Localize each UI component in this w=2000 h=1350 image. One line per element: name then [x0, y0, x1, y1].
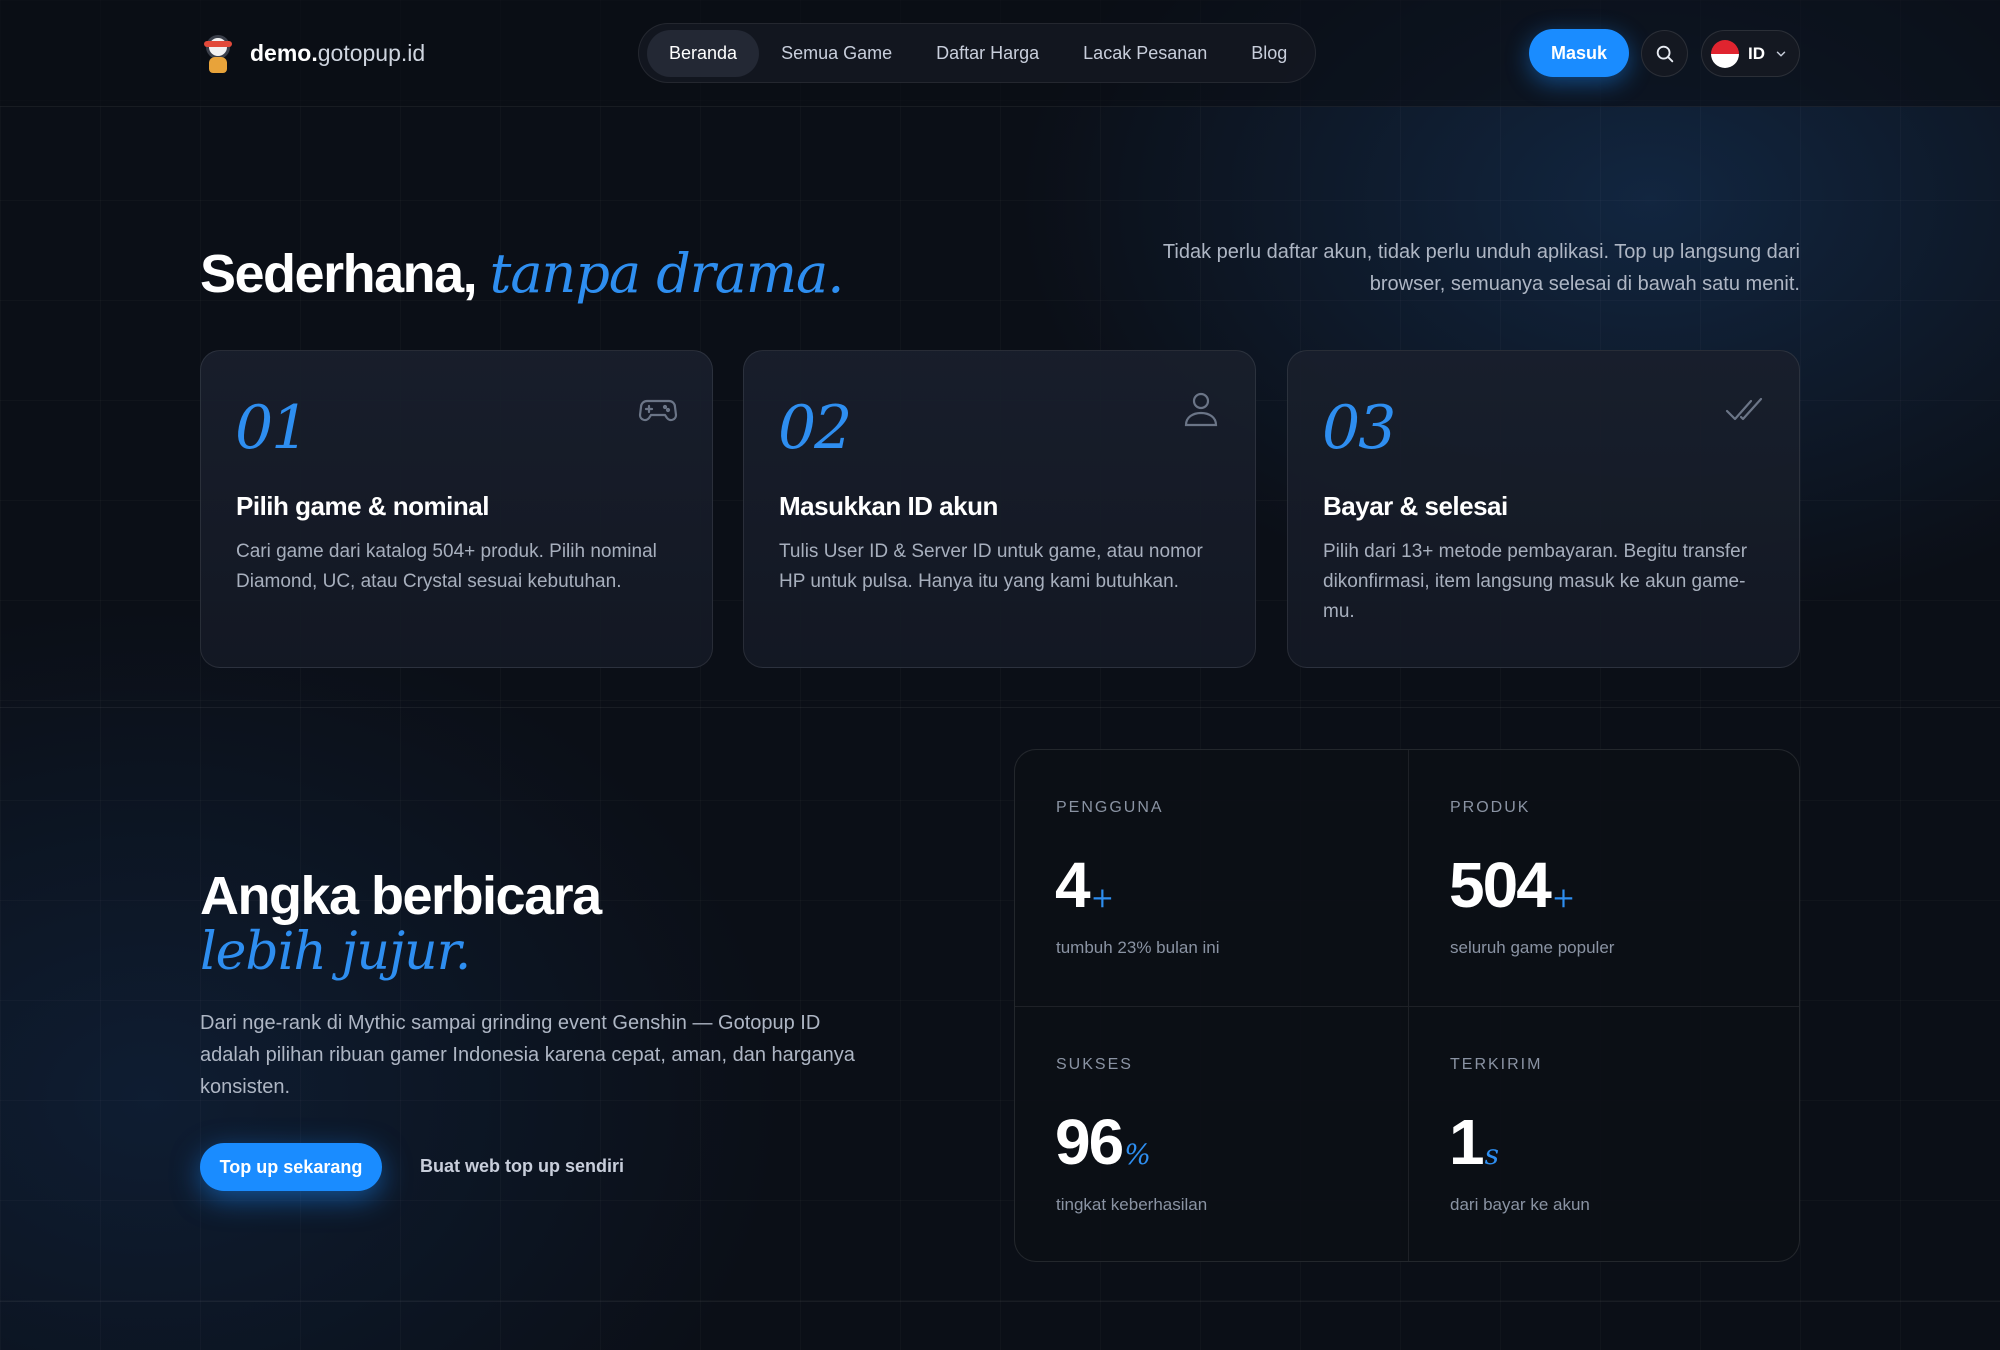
build-own-site-link[interactable]: Buat web top up sendiri	[420, 1156, 624, 1177]
step-card-3: 03 Bayar & selesai Pilih dari 13+ metode…	[1287, 350, 1800, 668]
double-check-icon	[1725, 397, 1763, 421]
stat-delivered: TERKIRIM 1s dari bayar ke akun	[1408, 1006, 1799, 1261]
stat-products: PRODUK 504+ seluruh game populer	[1408, 750, 1799, 1006]
brand-name: demo.gotopup.id	[250, 39, 426, 66]
brand-logo[interactable]: demo.gotopup.id	[200, 33, 425, 73]
language-code: ID	[1748, 43, 1765, 63]
step-description: Cari game dari katalog 504+ produk. Pili…	[236, 541, 657, 592]
step-title: Masukkan ID akun	[779, 491, 998, 521]
step-card-2: 02 Masukkan ID akun Tulis User ID & Serv…	[743, 350, 1256, 668]
search-button[interactable]	[1641, 30, 1688, 77]
stat-value: 504+	[1449, 849, 1576, 921]
stat-success: SUKSES 96% tingkat keberhasilan	[1015, 1006, 1408, 1261]
nav-link-beranda[interactable]: Beranda	[647, 29, 760, 77]
nav-link-daftar-harga[interactable]: Daftar Harga	[914, 30, 1061, 77]
step-title: Bayar & selesai	[1323, 491, 1508, 521]
top-up-now-button[interactable]: Top up sekarang	[200, 1143, 382, 1191]
section-divider	[0, 707, 2000, 708]
step-card-1: 01 Pilih game & nominal Cari game dari k…	[200, 350, 713, 668]
stats-grid: PENGGUNA 4+ tumbuh 23% bulan ini PRODUK …	[1014, 749, 1800, 1262]
stat-value: 4+	[1055, 849, 1115, 921]
stats-title: Angka berbicara	[200, 866, 602, 926]
stat-label: PRODUK	[1450, 799, 1531, 816]
section-divider	[0, 1301, 2000, 1302]
chevron-down-icon	[1776, 51, 1786, 56]
stat-caption: tingkat keberhasilan	[1056, 1195, 1208, 1214]
stat-label: SUKSES	[1056, 1056, 1133, 1073]
stat-caption: dari bayar ke akun	[1450, 1195, 1590, 1214]
step-title: Pilih game & nominal	[236, 491, 489, 521]
step-number: 02	[778, 393, 852, 463]
stat-users: PENGGUNA 4+ tumbuh 23% bulan ini	[1015, 750, 1408, 1006]
search-icon	[1656, 45, 1673, 62]
stat-value: 1s	[1449, 1106, 1499, 1178]
indonesia-flag-icon	[1711, 39, 1739, 68]
step-number: 03	[1322, 393, 1396, 463]
nav-link-semua-game[interactable]: Semua Game	[759, 30, 914, 77]
stat-label: PENGGUNA	[1056, 799, 1164, 816]
user-icon	[1184, 392, 1218, 427]
stat-value: 96%	[1055, 1106, 1151, 1178]
nav-link-blog[interactable]: Blog	[1229, 30, 1309, 77]
stat-caption: tumbuh 23% bulan ini	[1056, 938, 1220, 957]
language-selector[interactable]: ID	[1701, 30, 1800, 77]
stats-title-accent: lebih jujur.	[200, 922, 471, 982]
top-navbar: demo.gotopup.id Beranda Semua Game Dafta…	[0, 0, 2000, 107]
login-button[interactable]: Masuk	[1529, 29, 1629, 77]
gamepad-icon	[638, 399, 678, 422]
mascot-logo-icon	[200, 33, 236, 73]
stat-caption: seluruh game populer	[1450, 938, 1615, 957]
stats-paragraph: Dari nge-rank di Mythic sampai grinding …	[200, 1012, 855, 1098]
how-it-works-intro: Tidak perlu daftar akun, tidak perlu und…	[1162, 241, 1800, 295]
stat-label: TERKIRIM	[1450, 1056, 1543, 1073]
step-number: 01	[235, 393, 309, 463]
main-nav: Beranda Semua Game Daftar Harga Lacak Pe…	[638, 23, 1316, 83]
step-description: Pilih dari 13+ metode pembayaran. Begitu…	[1323, 541, 1748, 622]
step-description: Tulis User ID & Server ID untuk game, at…	[779, 541, 1203, 592]
nav-link-lacak-pesanan[interactable]: Lacak Pesanan	[1061, 30, 1229, 77]
how-it-works-title: Sederhana, tanpa drama.	[200, 242, 844, 305]
